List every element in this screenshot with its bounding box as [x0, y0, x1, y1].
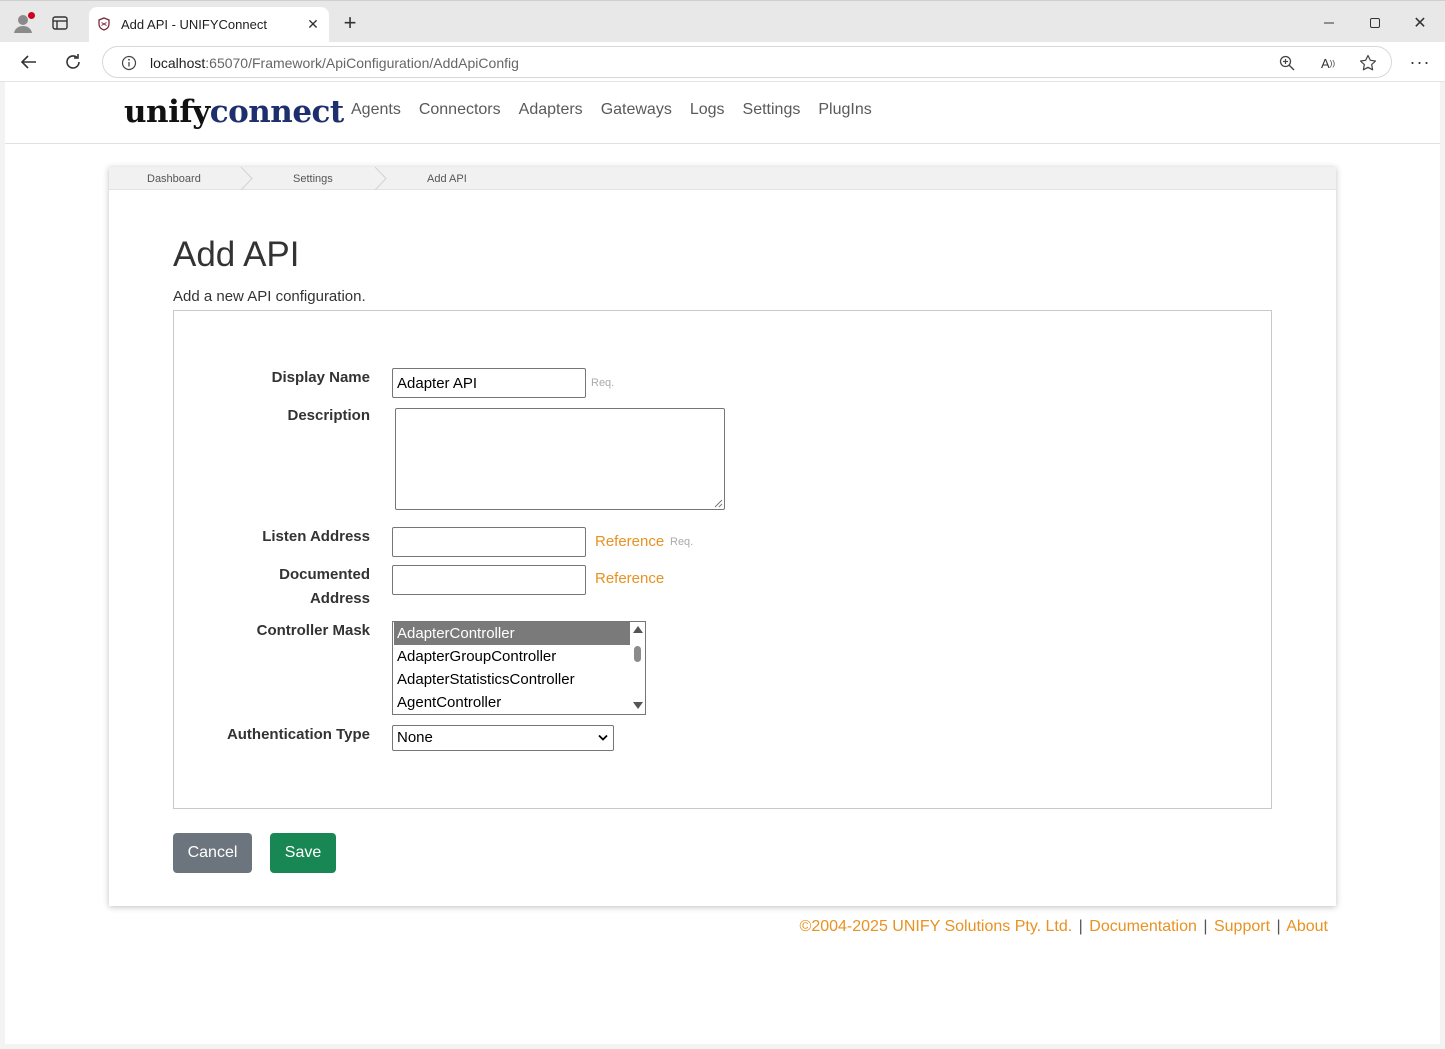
reload-icon[interactable]: [60, 50, 86, 74]
minimize-icon[interactable]: [1316, 11, 1342, 35]
listbox-option[interactable]: AdapterStatisticsController: [394, 668, 630, 691]
footer-link-support[interactable]: Support: [1214, 918, 1270, 935]
display-name-label: Display Name: [271, 369, 370, 386]
scroll-down-icon[interactable]: [633, 702, 643, 709]
close-icon[interactable]: ✕: [1407, 11, 1433, 35]
breadcrumb-separator-icon: [374, 167, 387, 190]
page-viewport: unifyconnect Agents Connectors Adapters …: [5, 82, 1440, 1044]
maximize-icon[interactable]: [1362, 11, 1388, 35]
favorite-icon[interactable]: [1357, 52, 1379, 74]
breadcrumb-separator-icon: [240, 167, 253, 190]
nav-item-connectors[interactable]: Connectors: [419, 101, 501, 119]
authentication-type-select[interactable]: None: [392, 725, 614, 751]
breadcrumb-item-dashboard[interactable]: Dashboard: [147, 167, 201, 190]
listen-address-label: Listen Address: [262, 528, 370, 545]
nav-item-agents[interactable]: Agents: [351, 101, 401, 119]
documented-address-input[interactable]: [392, 565, 586, 595]
breadcrumb-item-add-api: Add API: [427, 173, 467, 185]
site-navbar: unifyconnect Agents Connectors Adapters …: [5, 82, 1440, 144]
page-subtitle: Add a new API configuration.: [173, 288, 366, 305]
listbox-option[interactable]: AgentController: [394, 691, 630, 714]
nav-item-logs[interactable]: Logs: [690, 101, 725, 119]
documented-address-label: Documented Address: [279, 566, 370, 607]
controller-mask-listbox[interactable]: AdapterController AdapterGroupController…: [392, 621, 646, 715]
listbox-option[interactable]: AdapterController: [394, 622, 630, 645]
plus-icon[interactable]: +: [338, 10, 362, 35]
required-hint: Req.: [670, 536, 694, 548]
api-config-form: Display Name Req. Description Listen Add…: [173, 310, 1272, 809]
breadcrumb-item-settings[interactable]: Settings: [293, 167, 333, 190]
close-icon[interactable]: ✕: [305, 16, 321, 32]
footer-link-documentation[interactable]: Documentation: [1089, 918, 1197, 935]
more-icon[interactable]: ···: [1408, 50, 1432, 74]
main-nav: Agents Connectors Adapters Gateways Logs…: [351, 101, 872, 119]
save-button[interactable]: Save: [270, 833, 336, 873]
footer-link-about[interactable]: About: [1286, 918, 1328, 935]
info-icon[interactable]: [119, 53, 139, 73]
breadcrumb: Dashboard Settings Add API: [109, 167, 1336, 190]
nav-item-adapters[interactable]: Adapters: [519, 101, 583, 119]
nav-item-plugins[interactable]: PlugIns: [818, 101, 871, 119]
tabs-icon[interactable]: [48, 11, 72, 35]
controller-mask-label: Controller Mask: [256, 622, 370, 639]
listen-address-reference-link[interactable]: Reference: [595, 533, 664, 550]
resize-grip-icon[interactable]: [714, 499, 723, 508]
tab-title: Add API - UNIFYConnect: [121, 17, 267, 32]
documented-address-reference-link[interactable]: Reference: [595, 570, 664, 587]
read-aloud-icon[interactable]: A)): [1317, 52, 1339, 74]
required-hint: Req.: [591, 377, 615, 389]
display-name-input[interactable]: [392, 368, 586, 398]
authentication-type-label: Authentication Type: [226, 726, 370, 743]
scroll-up-icon[interactable]: [633, 626, 643, 633]
url-text: localhost:65070/Framework/ApiConfigurati…: [150, 55, 519, 71]
listbox-scrollbar[interactable]: [630, 622, 645, 714]
description-label: Description: [287, 407, 370, 424]
listbox-option[interactable]: AdapterGroupController: [394, 645, 630, 668]
browser-tab-bar: Add API - UNIFYConnect ✕ + ✕: [0, 0, 1445, 43]
page-title: Add API: [173, 235, 300, 274]
address-bar[interactable]: localhost:65070/Framework/ApiConfigurati…: [102, 46, 1392, 78]
site-footer: ©2004-2025 UNIFY Solutions Pty. Ltd. | D…: [799, 918, 1328, 935]
nav-item-gateways[interactable]: Gateways: [601, 101, 672, 119]
nav-item-settings[interactable]: Settings: [743, 101, 801, 119]
description-textarea[interactable]: [395, 408, 725, 510]
listen-address-input[interactable]: [392, 527, 586, 557]
chevron-down-icon: [598, 734, 608, 741]
zoom-icon[interactable]: [1276, 52, 1298, 74]
content-card: Dashboard Settings Add API Add API Add a…: [109, 167, 1336, 906]
notification-dot: [28, 12, 35, 19]
site-favicon-icon: [97, 17, 111, 31]
browser-tab[interactable]: Add API - UNIFYConnect ✕: [89, 7, 329, 43]
cancel-button[interactable]: Cancel: [173, 833, 252, 873]
browser-toolbar: localhost:65070/Framework/ApiConfigurati…: [0, 42, 1445, 82]
copyright-text: ©2004-2025 UNIFY Solutions Pty. Ltd.: [799, 918, 1073, 935]
authentication-type-value: None: [397, 729, 433, 746]
back-icon[interactable]: [16, 50, 42, 74]
scrollbar-thumb[interactable]: [634, 646, 641, 662]
unifyconnect-logo[interactable]: unifyconnect: [124, 92, 344, 132]
